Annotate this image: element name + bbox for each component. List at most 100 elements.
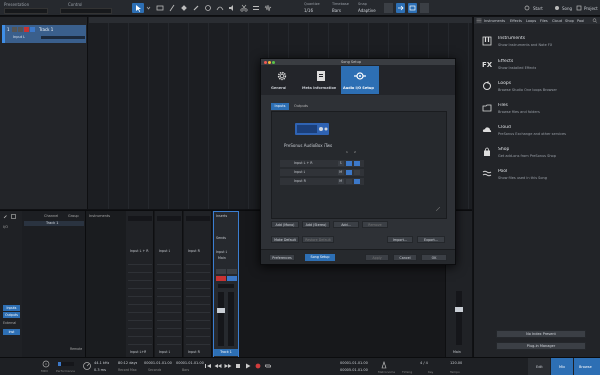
loop-start-display[interactable]: 00001.01.01.00 <box>340 361 368 365</box>
timeline-ruler[interactable] <box>89 17 472 23</box>
browser-item-instruments[interactable]: Instruments Show Instruments and Note FX <box>474 34 600 54</box>
mute-button[interactable] <box>12 27 17 32</box>
browser-search-button[interactable] <box>592 18 598 23</box>
mix-tool-button[interactable] <box>252 4 260 12</box>
strip-output-select[interactable]: Main <box>218 256 226 260</box>
rewind-button[interactable] <box>214 361 222 371</box>
audio-settings-button[interactable] <box>82 361 92 371</box>
browser-item-files[interactable]: Files Browse files and folders <box>474 101 600 121</box>
tool-menu-chevron[interactable] <box>146 5 151 11</box>
timebase-value[interactable]: Bars <box>332 8 341 13</box>
plugin-manager-button[interactable]: Plug-in Manager <box>496 342 586 350</box>
add-mono-button[interactable]: Add (Mono) <box>271 221 299 228</box>
zoom-window-button[interactable] <box>272 60 275 64</box>
listen-tool-button[interactable] <box>228 4 236 12</box>
io-matrix-cell-1[interactable] <box>346 170 352 175</box>
browser-item-loops[interactable]: Loops Browse Studio One loops Browser <box>474 79 600 99</box>
external-label[interactable]: External <box>3 321 16 325</box>
eraser-tool-button[interactable] <box>180 4 188 12</box>
record-arm-button[interactable] <box>24 27 29 32</box>
browser-tab-cloud[interactable]: Cloud <box>552 19 562 23</box>
midi-monitor[interactable]: MIDI <box>40 360 52 374</box>
solo-button[interactable] <box>18 27 23 32</box>
song-nav[interactable]: Song <box>554 3 574 13</box>
snap-toggle-button[interactable] <box>384 3 393 13</box>
strip-record-button[interactable] <box>216 276 226 281</box>
remove-button[interactable]: Remove <box>362 221 388 228</box>
close-window-button[interactable] <box>264 60 267 64</box>
position-bars-display[interactable]: 00001.01.01.00 <box>176 361 204 365</box>
track-input[interactable]: Input L <box>13 35 25 39</box>
browser-tab-instruments[interactable]: Instruments <box>484 19 505 23</box>
cursor-toggle-button[interactable] <box>420 3 429 13</box>
ok-button[interactable]: OK <box>421 254 447 261</box>
track-header[interactable]: 1 Track 1 Input L <box>2 25 86 43</box>
browse-view-button[interactable]: Browse <box>574 358 600 375</box>
browser-item-shop[interactable]: Shop Get add-ons from PreSonus Shop <box>474 145 600 165</box>
io-matrix-cell-2[interactable] <box>354 170 360 175</box>
mute-tool-button[interactable] <box>204 4 212 12</box>
strip-track-name[interactable]: Track 1 <box>214 349 238 356</box>
edit-view-button[interactable]: Edit <box>528 358 550 375</box>
make-default-button[interactable]: Make Default <box>271 236 299 243</box>
io-matrix-cell-1[interactable] <box>346 179 352 184</box>
forward-button[interactable] <box>224 361 232 371</box>
fader-cap[interactable] <box>217 308 225 313</box>
strip-input-label[interactable]: Input R <box>188 249 200 253</box>
tab-meta-information[interactable]: Meta Information <box>301 67 341 93</box>
io-row-2[interactable]: Input L M <box>280 169 364 176</box>
control-dropdown[interactable] <box>60 8 112 14</box>
mixer-options-button[interactable] <box>3 214 8 219</box>
follow-tool-button[interactable] <box>264 4 272 12</box>
outputs-subtab[interactable]: Outputs <box>291 103 311 110</box>
io-matrix-cell-2[interactable] <box>354 161 360 166</box>
mixer-view-button[interactable] <box>11 214 16 219</box>
range-tool-button[interactable] <box>156 4 164 12</box>
browser-item-pool[interactable]: Pool Show files used in this Song <box>474 167 600 187</box>
browser-tab-menu[interactable] <box>476 18 482 23</box>
strip-solo-button[interactable] <box>227 269 237 274</box>
link-button[interactable] <box>408 3 417 13</box>
restore-default-button[interactable]: Restore Default <box>302 236 334 243</box>
browser-tab-loops[interactable]: Loops <box>526 19 536 23</box>
paint-tool-button[interactable] <box>192 4 200 12</box>
matrix-scroll-handle[interactable] <box>436 207 440 211</box>
strip-monitor-button[interactable] <box>227 276 237 281</box>
preferences-button[interactable]: Preferences <box>269 254 295 261</box>
apply-button[interactable]: Apply <box>365 254 389 261</box>
loop-end-display[interactable]: 00005.01.01.00 <box>340 368 368 372</box>
sends-label[interactable]: Sends <box>216 236 226 240</box>
position-display[interactable]: 00001.01.01.00 <box>144 361 172 365</box>
play-button[interactable] <box>244 361 252 371</box>
io-matrix-cell-2[interactable] <box>354 179 360 184</box>
export-button[interactable]: Export... <box>417 236 445 243</box>
tab-audio-io-setup[interactable]: Audio I/O Setup <box>341 66 379 94</box>
channel-tab[interactable]: Channel <box>44 214 58 218</box>
strip-mute-button[interactable] <box>216 269 226 274</box>
browser-tab-pool[interactable]: Pool <box>577 19 584 23</box>
loop-toggle-button[interactable] <box>264 361 272 371</box>
metronome-button[interactable] <box>380 361 388 369</box>
main-fader[interactable] <box>455 291 463 345</box>
monitor-button[interactable] <box>30 27 35 32</box>
io-matrix-cell-1[interactable] <box>346 161 352 166</box>
split-tool-button[interactable] <box>168 4 176 12</box>
tempo-value[interactable]: 120.00 <box>450 361 462 365</box>
strip-pan-knob[interactable] <box>218 284 234 288</box>
record-button[interactable] <box>254 361 262 371</box>
track-volume-slider[interactable] <box>41 36 85 39</box>
autoscroll-button[interactable] <box>396 3 405 13</box>
mix-view-button[interactable]: Mix <box>551 358 573 375</box>
project-nav[interactable]: Project <box>576 3 600 13</box>
bend-tool-button[interactable] <box>216 4 224 12</box>
stop-button[interactable] <box>234 361 242 371</box>
inputs-subtab[interactable]: Inputs <box>271 103 289 110</box>
io-row-1[interactable]: Input L + R S <box>280 160 364 167</box>
browser-tab-shop[interactable]: Shop <box>565 19 574 23</box>
add-stereo-button[interactable]: Add (Stereo) <box>302 221 330 228</box>
cancel-button[interactable]: Cancel <box>393 254 417 261</box>
strip-input-select[interactable]: Input L <box>216 250 227 254</box>
quantize-value[interactable]: 1/16 <box>304 8 313 13</box>
return-to-zero-button[interactable] <box>204 361 212 371</box>
browser-tab-files[interactable]: Files <box>540 19 548 23</box>
